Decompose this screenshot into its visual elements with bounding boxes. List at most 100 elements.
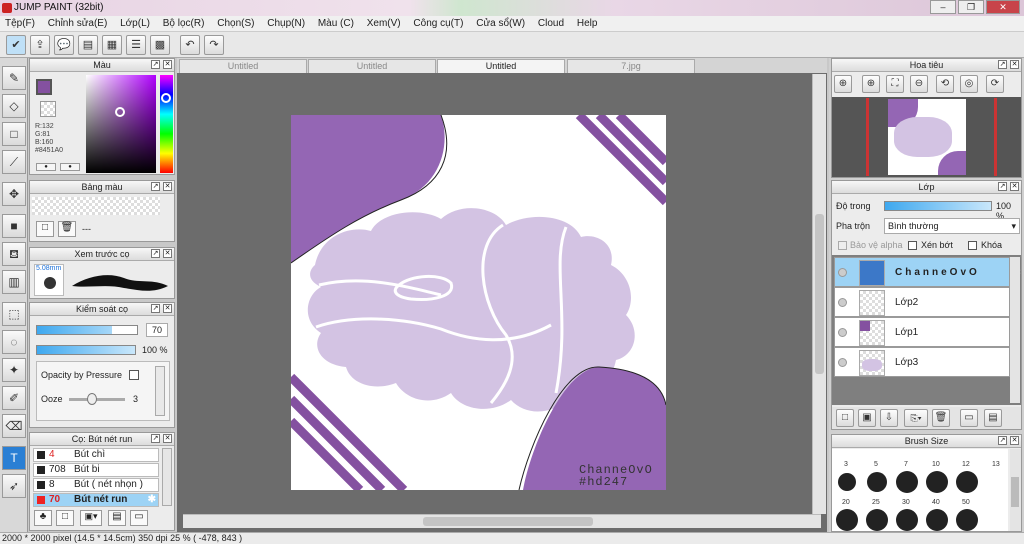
visibility-icon[interactable] <box>838 268 847 277</box>
transfer-layer-icon[interactable]: ⇩ <box>880 409 898 427</box>
undo-icon[interactable]: ↶ <box>180 35 200 55</box>
tab-untitled-3[interactable]: Untitled <box>437 59 565 73</box>
palette-swatches[interactable] <box>32 197 160 215</box>
brush-size-scrollbar[interactable] <box>1010 449 1021 531</box>
zoom-fit-icon[interactable]: ⊕ <box>834 75 852 93</box>
menu-cloud[interactable]: Cloud <box>533 16 569 31</box>
menu-tools[interactable]: Công cụ(T) <box>408 16 468 31</box>
rotate-reset-icon[interactable]: ◎ <box>960 75 978 93</box>
close-button[interactable]: ✕ <box>986 0 1020 14</box>
brush-list-scrollbar[interactable] <box>162 448 172 506</box>
panel-close-icon[interactable]: ✕ <box>163 249 172 258</box>
panel-close-icon[interactable]: ✕ <box>163 434 172 443</box>
layer-row-lop1[interactable]: Lớp1 <box>834 317 1010 347</box>
blend-mode-select[interactable]: Bình thường ▾ <box>884 218 1020 234</box>
panel-close-icon[interactable]: ✕ <box>163 182 172 191</box>
panel-close-icon[interactable]: ✕ <box>163 304 172 313</box>
float-icon[interactable]: ↗ <box>998 436 1007 445</box>
rotate-right-icon[interactable]: ⟳ <box>986 75 1004 93</box>
zoom-in-icon[interactable]: ⊕ <box>862 75 880 93</box>
horizontal-scroll-thumb[interactable] <box>423 517 593 526</box>
brush-properties-icon[interactable]: ▤ <box>108 510 126 526</box>
minimize-button[interactable]: – <box>930 0 956 14</box>
float-icon[interactable]: ↗ <box>151 249 160 258</box>
layer-row-channeovo[interactable]: ChanneOvO✱ <box>834 257 1021 287</box>
brush-item-shaky-pen[interactable]: 70 Bút nét run ✱ <box>33 493 159 507</box>
magic-wand-icon[interactable]: ✦ <box>2 358 26 382</box>
layer-list-scrollbar[interactable] <box>1010 257 1020 403</box>
check-icon[interactable]: ✔ <box>6 35 26 55</box>
navigator-preview[interactable] <box>832 97 1021 177</box>
rect-select-icon[interactable]: □ <box>2 122 26 146</box>
vertical-scrollbar[interactable] <box>812 74 826 514</box>
brush-opacity-slider[interactable] <box>36 345 136 355</box>
brush-cloud-icon[interactable]: ♣ <box>34 510 52 526</box>
brush-item-ballpoint[interactable]: 708 Bút bi <box>33 463 159 477</box>
select-rect-icon[interactable]: ⬚ <box>2 302 26 326</box>
fit-screen-icon[interactable]: ⛶ <box>886 75 904 93</box>
text-tool-icon[interactable]: T <box>2 446 26 470</box>
lasso-tool-icon[interactable]: ◌ <box>2 330 26 354</box>
menu-color[interactable]: Màu (C) <box>313 16 359 31</box>
brush-item-sharp-pen[interactable]: 8 Bút ( nét nhọn ) <box>33 478 159 492</box>
redo-icon[interactable]: ↷ <box>204 35 224 55</box>
protect-alpha-checkbox[interactable] <box>838 241 847 250</box>
panel-close-icon[interactable]: ✕ <box>1010 182 1019 191</box>
float-icon[interactable]: ↗ <box>151 60 160 69</box>
layer-row-lop2[interactable]: Lớp2 <box>834 287 1010 317</box>
move-tool-icon[interactable]: ✥ <box>2 182 26 206</box>
menu-file[interactable]: Tệp(F) <box>0 16 40 31</box>
float-icon[interactable]: ↗ <box>998 182 1007 191</box>
comment-icon[interactable]: 💬 <box>54 35 74 55</box>
brush-size-grid[interactable]: 3 5 7 10 12 13 20 25 30 40 50 <box>832 449 1008 531</box>
menu-filter[interactable]: Bộ lọc(R) <box>158 16 210 31</box>
trash-icon[interactable]: 🗑 <box>58 221 76 237</box>
zoom-out-icon[interactable]: ⊖ <box>910 75 928 93</box>
menu-layer[interactable]: Lớp(L) <box>115 16 155 31</box>
new-brush-icon[interactable]: □ <box>56 510 74 526</box>
rotate-left-icon[interactable]: ⟲ <box>936 75 954 93</box>
saturation-value-picker[interactable] <box>86 75 156 173</box>
new-palette-icon[interactable]: □ <box>36 221 54 237</box>
opacity-pressure-checkbox[interactable] <box>129 370 139 380</box>
tab-untitled-1[interactable]: Untitled <box>179 59 307 73</box>
panel-close-icon[interactable]: ✕ <box>1010 60 1019 69</box>
brush-menu-icon[interactable]: ▣▾ <box>80 510 102 526</box>
lock-checkbox[interactable] <box>968 241 977 250</box>
visibility-icon[interactable] <box>838 358 847 367</box>
copy-layer-icon[interactable]: ▣ <box>858 409 876 427</box>
brush-size-slider[interactable] <box>36 325 138 335</box>
tab-untitled-2[interactable]: Untitled <box>308 59 436 73</box>
brush-size-value[interactable]: 70 <box>146 323 168 337</box>
layer-opacity-slider[interactable] <box>884 201 992 211</box>
menu-select[interactable]: Chọn(S) <box>212 16 259 31</box>
panel-scrollbar[interactable] <box>155 366 165 416</box>
folder-icon[interactable]: ▭ <box>960 409 978 427</box>
fill-rect-icon[interactable]: ■ <box>2 214 26 238</box>
visibility-icon[interactable] <box>838 298 847 307</box>
gradient-tool-icon[interactable]: ▥ <box>2 270 26 294</box>
select-pen-icon[interactable]: ✐ <box>2 386 26 410</box>
folder-icon[interactable]: ▭ <box>130 510 148 526</box>
menu-capture[interactable]: Chụp(N) <box>262 16 310 31</box>
document-icon[interactable]: ▦ <box>102 35 122 55</box>
float-icon[interactable]: ↗ <box>998 60 1007 69</box>
clip-checkbox[interactable] <box>908 241 917 250</box>
trash-icon[interactable]: 🗑 <box>932 409 950 427</box>
layer-properties-icon[interactable]: ▤ <box>984 409 1002 427</box>
menu-window[interactable]: Cửa sổ(W) <box>471 16 530 31</box>
new-layer-icon[interactable]: □ <box>836 409 854 427</box>
menu-edit[interactable]: Chỉnh sửa(E) <box>43 16 113 31</box>
brush-item-pencil[interactable]: 4 Bút chì <box>33 448 159 462</box>
tab-7jpg[interactable]: 7.jpg <box>567 59 695 73</box>
float-icon[interactable]: ↗ <box>151 304 160 313</box>
drawing-canvas[interactable]: ChanneOvO #hd247 <box>291 115 666 490</box>
menu-view[interactable]: Xem(V) <box>362 16 406 31</box>
horizontal-scrollbar[interactable] <box>183 514 821 528</box>
visibility-icon[interactable] <box>838 328 847 337</box>
layer-menu-icon[interactable]: ⎘▾ <box>904 409 928 427</box>
foreground-color-swatch[interactable] <box>36 79 52 95</box>
list-icon[interactable]: ☰ <box>126 35 146 55</box>
maximize-button[interactable]: ❐ <box>958 0 984 14</box>
color-mode-button-2[interactable]: ● <box>60 163 80 171</box>
